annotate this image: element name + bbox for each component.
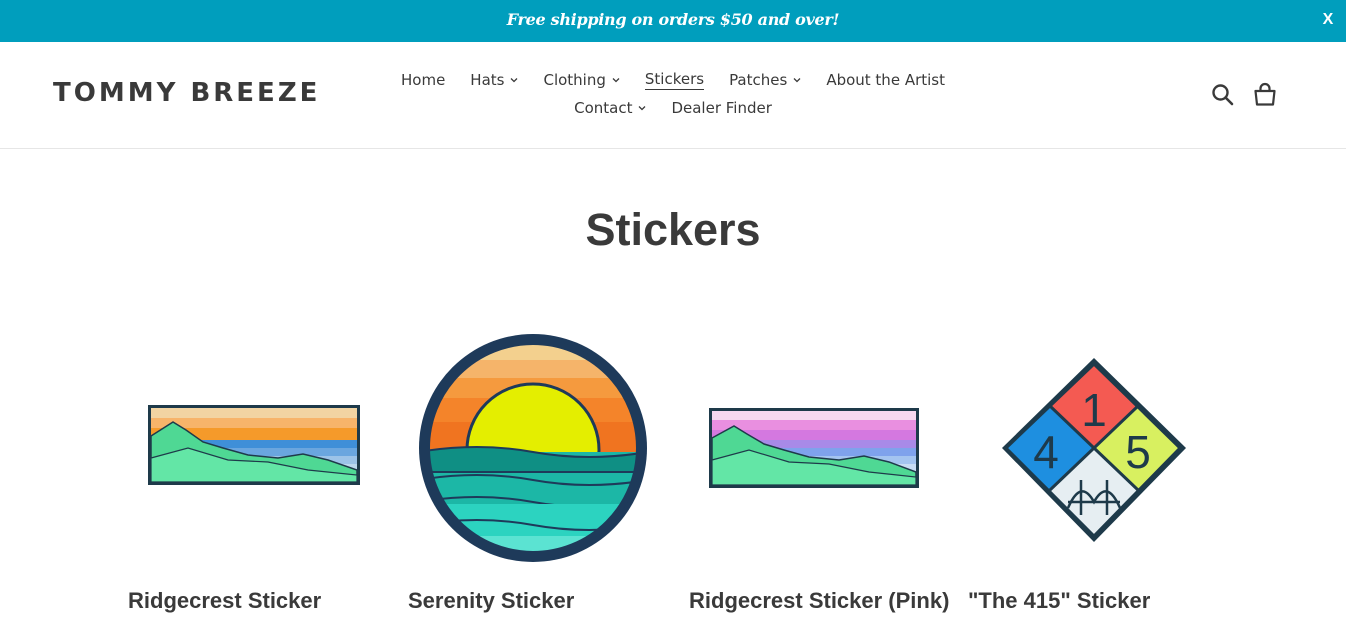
product-card[interactable]: Ridgecrest Sticker (Pink) bbox=[689, 330, 949, 621]
product-title[interactable]: Ridgecrest Sticker bbox=[128, 588, 321, 614]
nav-item-home[interactable]: Home bbox=[401, 71, 445, 89]
announcement-bar: Free shipping on orders $50 and over! X bbox=[0, 0, 1346, 42]
product-title[interactable]: Ridgecrest Sticker (Pink) bbox=[689, 588, 949, 614]
main-nav: Home Hats Clothing Stickers Patches Abou… bbox=[380, 66, 966, 122]
nav-item-label: Stickers bbox=[644, 70, 705, 90]
nav-item-label: Dealer Finder bbox=[671, 99, 772, 117]
cart-icon bbox=[1254, 82, 1276, 106]
nav-row-1: Home Hats Clothing Stickers Patches Abou… bbox=[380, 66, 966, 94]
nav-item-label: Contact bbox=[574, 99, 633, 117]
nav-item-about-the-artist[interactable]: About the Artist bbox=[826, 71, 945, 89]
product-title[interactable]: "The 415" Sticker bbox=[968, 588, 1150, 614]
product-card[interactable]: 1 4 5 "The 415" Sticker bbox=[968, 330, 1208, 621]
nav-item-stickers[interactable]: Stickers bbox=[644, 70, 705, 90]
ridgecrest-pink-image bbox=[709, 408, 919, 488]
415-diamond-image: 1 4 5 bbox=[1002, 358, 1186, 542]
svg-text:1: 1 bbox=[1081, 384, 1107, 436]
nav-item-label: Patches bbox=[729, 71, 788, 89]
serenity-sun-image bbox=[419, 334, 647, 562]
nav-item-clothing[interactable]: Clothing bbox=[543, 71, 620, 89]
chevron-down-icon bbox=[638, 106, 646, 111]
search-icon bbox=[1212, 84, 1234, 106]
nav-item-label: Home bbox=[401, 71, 446, 89]
svg-text:5: 5 bbox=[1125, 426, 1151, 478]
nav-item-patches[interactable]: Patches bbox=[729, 71, 801, 89]
product-card[interactable]: Ridgecrest Sticker bbox=[128, 330, 368, 621]
nav-item-label: About the Artist bbox=[826, 71, 945, 89]
product-title[interactable]: Serenity Sticker bbox=[408, 588, 574, 614]
nav-item-label: Clothing bbox=[543, 71, 606, 89]
site-header: TOMMY BREEZE Home Hats Clothing Stickers… bbox=[0, 42, 1346, 149]
search-button[interactable] bbox=[1210, 82, 1236, 108]
chevron-down-icon bbox=[793, 78, 801, 83]
product-card[interactable]: Serenity Sticker bbox=[408, 330, 648, 621]
nav-item-hats[interactable]: Hats bbox=[470, 71, 518, 89]
page-title: Stickers bbox=[585, 204, 761, 255]
nav-row-2: Contact Dealer Finder bbox=[380, 94, 966, 122]
svg-text:4: 4 bbox=[1033, 426, 1059, 478]
nav-item-dealer-finder[interactable]: Dealer Finder bbox=[671, 99, 771, 117]
ridgecrest-sunset-image bbox=[148, 405, 360, 485]
chevron-down-icon bbox=[612, 78, 620, 83]
nav-item-contact[interactable]: Contact bbox=[574, 99, 646, 117]
cart-button[interactable] bbox=[1252, 82, 1278, 108]
announcement-text: Free shipping on orders $50 and over! bbox=[506, 10, 840, 29]
announcement-close-button[interactable]: X bbox=[1318, 8, 1338, 32]
site-logo[interactable]: TOMMY BREEZE bbox=[53, 78, 320, 108]
chevron-down-icon bbox=[511, 78, 518, 83]
nav-item-label: Hats bbox=[470, 71, 505, 89]
